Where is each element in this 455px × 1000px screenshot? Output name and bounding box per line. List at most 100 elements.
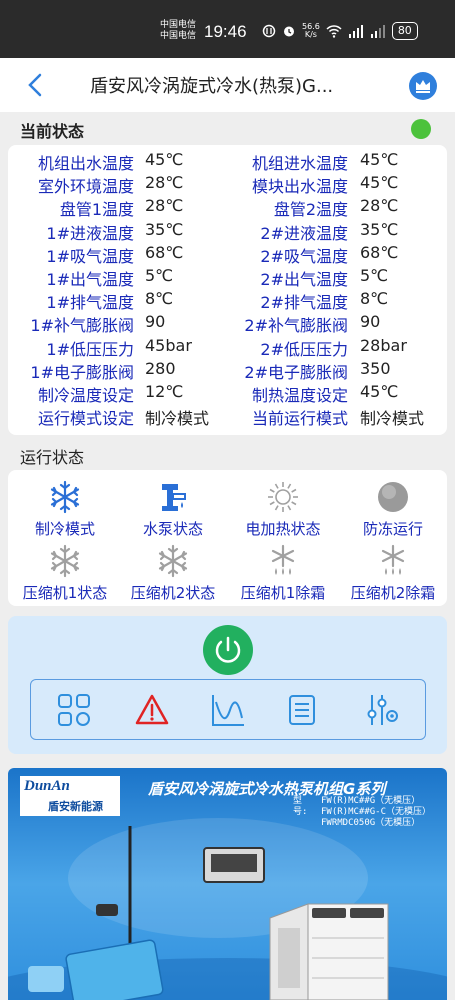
run-status-item: 压缩机1状态 xyxy=(10,544,120,603)
status-bar: 中国电信 中国电信 19:46 56.6 K/s 80 xyxy=(0,0,455,58)
status-label: 机组出水温度 xyxy=(37,154,134,173)
run-status-item: 压缩机1除霜 xyxy=(228,544,338,603)
status-icons: 56.6 K/s 80 xyxy=(262,22,418,40)
run-status-title: 运行状态 xyxy=(20,448,85,467)
run-status-item: 压缩机2状态 xyxy=(118,544,228,603)
online-status-indicator xyxy=(411,119,431,139)
status-label: 1#吸气温度 xyxy=(46,246,134,266)
status-value: 28℃ xyxy=(145,173,184,193)
status-value: 45℃ xyxy=(360,382,399,401)
status-value: 90 xyxy=(145,312,166,332)
hd-icon xyxy=(262,24,276,38)
status-value: 45℃ xyxy=(360,150,399,169)
status-label: 机组进水温度 xyxy=(251,154,348,173)
status-label: 1#排气温度 xyxy=(46,293,134,313)
status-label: 2#进液温度 xyxy=(260,223,348,243)
carrier-info: 中国电信 中国电信 xyxy=(160,20,196,42)
crown-button[interactable] xyxy=(409,72,437,100)
status-label: 模块出水温度 xyxy=(251,177,348,197)
defrost-icon xyxy=(381,544,405,575)
status-label: 1#电子膨胀阀 xyxy=(30,362,134,382)
status-value: 68℃ xyxy=(360,242,399,262)
run-status-label: 制冷模式 xyxy=(34,520,95,538)
power-button[interactable] xyxy=(203,625,253,675)
list-icon[interactable] xyxy=(284,692,320,728)
status-value: 68℃ xyxy=(145,242,184,262)
status-value: 8℃ xyxy=(360,289,389,309)
status-value: 28bar xyxy=(360,335,407,355)
status-label: 盘管2温度 xyxy=(273,200,348,220)
defrost-icon xyxy=(271,544,295,575)
status-value: 45℃ xyxy=(145,150,184,169)
clock: 19:46 xyxy=(204,22,247,41)
run-status-label: 压缩机1除霜 xyxy=(240,584,326,602)
warning-icon[interactable] xyxy=(134,692,170,728)
status-label: 盘管1温度 xyxy=(59,200,134,220)
status-label: 1#补气膨胀阀 xyxy=(30,316,134,336)
run-status-item: 压缩机2除霜 xyxy=(338,544,448,603)
status-label: 1#出气温度 xyxy=(46,270,134,289)
water-pump-icon xyxy=(162,484,186,511)
status-value: 制冷模式 xyxy=(145,409,210,429)
power-icon xyxy=(215,636,241,663)
status-value: 8℃ xyxy=(145,289,174,309)
status-label: 运行模式设定 xyxy=(37,409,134,429)
status-label: 2#吸气温度 xyxy=(260,246,348,266)
status-value: 90 xyxy=(360,312,381,332)
status-label: 当前运行模式 xyxy=(251,409,348,429)
status-value: 28℃ xyxy=(145,196,184,216)
chart-icon[interactable] xyxy=(210,692,246,728)
carrier-1: 中国电信 xyxy=(160,20,197,30)
run-status-item: 电加热状态 xyxy=(228,480,338,539)
wifi-icon xyxy=(326,24,342,38)
banner-product-illustration xyxy=(8,818,447,1000)
status-value: 280 xyxy=(145,358,176,378)
snowflake-icon xyxy=(50,544,80,578)
run-status-label: 压缩机1状态 xyxy=(22,584,108,602)
run-status-label: 电加热状态 xyxy=(245,520,321,538)
signal-2-icon xyxy=(370,25,385,38)
model-1: FW(R)MC##G（无模压） xyxy=(321,796,421,806)
crown-icon xyxy=(416,80,430,93)
page-title: 盾安风冷涡旋式冷水(热泵)G... xyxy=(90,76,334,97)
status-label: 制冷温度设定 xyxy=(37,386,134,405)
signal-1-icon xyxy=(348,25,363,38)
status-label: 2#补气膨胀阀 xyxy=(244,316,348,336)
run-status-label: 水泵状态 xyxy=(142,520,203,538)
run-status-label: 压缩机2状态 xyxy=(130,584,216,602)
run-status-label: 压缩机2除霜 xyxy=(350,584,436,602)
alarm-icon xyxy=(284,26,294,37)
net-speed: 56.6 K/s xyxy=(302,22,320,39)
current-status-title: 当前状态 xyxy=(20,122,85,141)
antifreeze-circle-icon xyxy=(378,482,408,512)
run-status-item: 制冷模式 xyxy=(10,480,120,539)
run-status-card: 制冷模式 水泵状态 电加热状态 防冻运行压缩机1状态 压缩机2状态 压缩机1除霜 压缩机2除… xyxy=(8,470,447,606)
status-label: 1#进液温度 xyxy=(46,223,134,243)
battery-indicator: 80 xyxy=(391,22,418,40)
status-value: 5℃ xyxy=(360,266,389,285)
status-value: 5℃ xyxy=(145,266,174,285)
status-label: 2#出气温度 xyxy=(260,270,348,289)
settings-sliders-icon[interactable] xyxy=(364,692,400,728)
status-value: 350 xyxy=(360,358,391,378)
status-label: 2#低压压力 xyxy=(260,339,348,359)
status-label: 制热温度设定 xyxy=(251,386,348,405)
status-value: 45bar xyxy=(145,335,192,355)
snowflake-icon xyxy=(50,480,80,514)
run-status-label: 防冻运行 xyxy=(362,520,423,538)
product-banner: DunAn 盾安新能源 盾安风冷涡旋式冷水热泵机组G系列 型号: FW(R)MC… xyxy=(8,768,447,1000)
status-value: 12℃ xyxy=(145,382,184,401)
run-status-item: 水泵状态 xyxy=(118,480,228,539)
status-label: 2#排气温度 xyxy=(260,293,348,313)
back-arrow-icon[interactable] xyxy=(24,72,48,98)
snowflake-icon xyxy=(158,544,188,578)
status-label: 室外环境温度 xyxy=(37,177,134,197)
grid-icon[interactable] xyxy=(56,692,92,728)
status-value: 45℃ xyxy=(360,173,399,193)
status-value: 28℃ xyxy=(360,196,399,216)
app-bar: 盾安风冷涡旋式冷水(热泵)G... xyxy=(0,58,455,112)
current-status-card: 机组出水温度 45℃ 机组进水温度 45℃ 室外环境温度 28℃ 模块出水温度 45℃ 盘管1温… xyxy=(8,145,447,435)
logo-text-en: DunAn xyxy=(24,778,70,794)
run-status-item: 防冻运行 xyxy=(338,480,448,539)
status-value: 制冷模式 xyxy=(360,409,425,429)
